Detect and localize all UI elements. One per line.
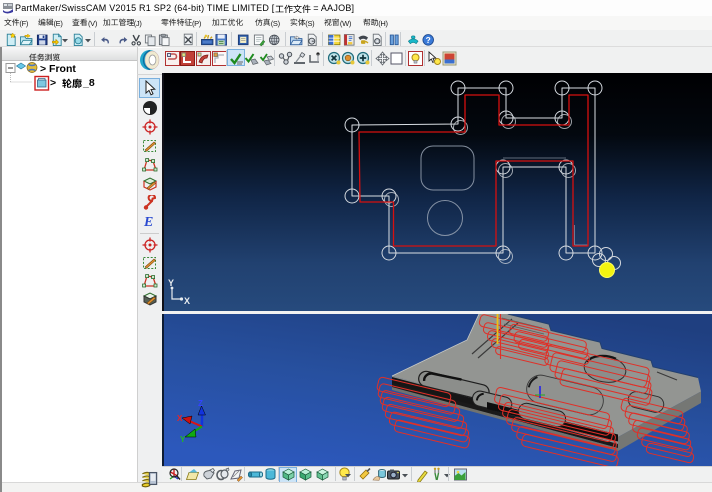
svg-text:?: ? (425, 35, 430, 45)
svg-text:Y: Y (180, 435, 186, 444)
svg-text:E: E (143, 215, 153, 229)
svg-text:X: X (177, 414, 183, 423)
svg-text:Z: Z (198, 399, 203, 408)
svg-text:X: X (184, 296, 190, 306)
svg-text:Y: Y (168, 278, 174, 288)
